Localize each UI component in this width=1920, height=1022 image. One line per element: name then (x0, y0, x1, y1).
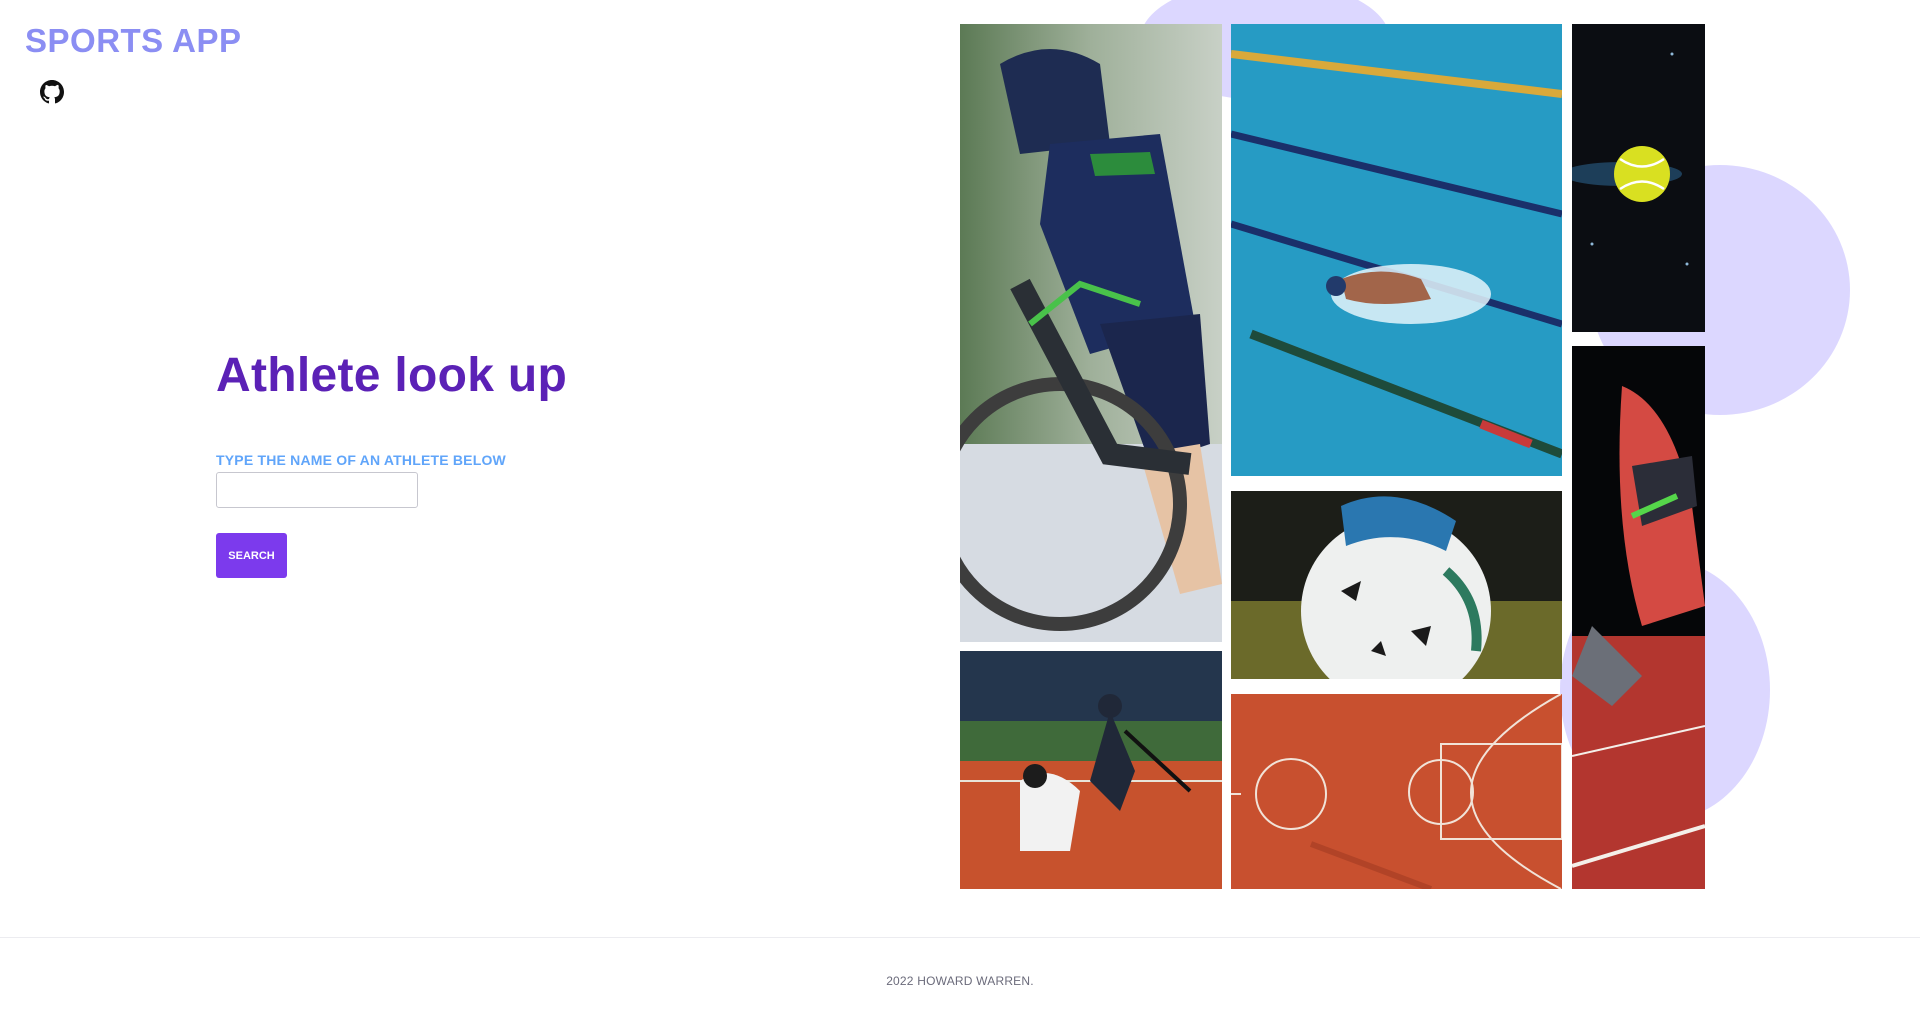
github-icon[interactable] (40, 80, 64, 104)
tennis-ball-image (1572, 24, 1705, 332)
search-label: TYPE THE NAME OF AN ATHLETE BELOW (216, 452, 506, 468)
copyright-text: 2022 HOWARD WARREN. (886, 974, 1034, 988)
baseball-batter-image (960, 651, 1222, 889)
sprinter-shoe-image (1572, 346, 1705, 889)
cyclist-image (960, 24, 1222, 642)
athlete-search-input[interactable] (216, 472, 418, 508)
app-brand[interactable]: SPORTS APP (25, 22, 242, 60)
search-button[interactable]: SEARCH (216, 533, 287, 578)
page-title: Athlete look up (216, 349, 568, 402)
swimmer-image (1231, 24, 1562, 476)
basketball-court-image (1231, 694, 1562, 889)
footer: 2022 HOWARD WARREN. (0, 937, 1920, 1022)
hero: Athlete look up (216, 348, 567, 403)
soccer-ball-image (1231, 491, 1562, 679)
